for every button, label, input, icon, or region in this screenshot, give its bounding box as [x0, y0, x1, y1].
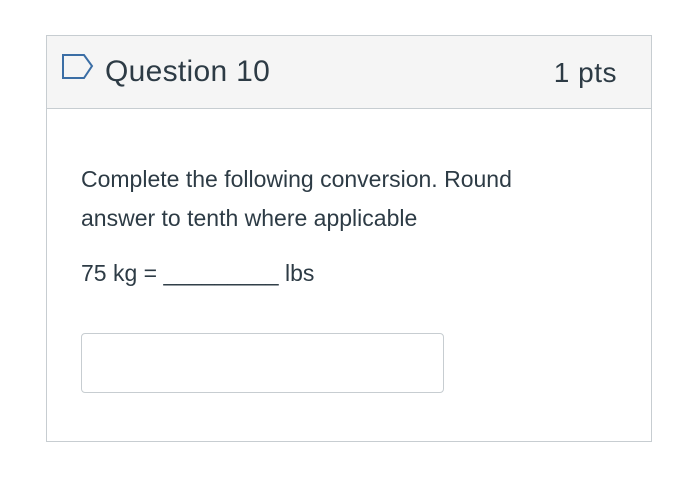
- bookmark-flag-icon[interactable]: [61, 52, 95, 82]
- question-header: Question 10 1 pts: [47, 36, 651, 109]
- question-prompt: Complete the following conversion. Round…: [81, 160, 601, 238]
- answer-input[interactable]: [81, 333, 444, 393]
- question-title: Question 10: [105, 55, 271, 88]
- question-points: 1 pts: [553, 57, 617, 88]
- question-card: Question 10 1 pts Complete the following…: [46, 35, 652, 442]
- question-body: Complete the following conversion. Round…: [81, 160, 601, 288]
- conversion-equation: 75 kg = _________ lbs: [81, 260, 315, 286]
- prompt-line-1: Complete the following conversion. Round: [81, 166, 512, 192]
- prompt-line-2: answer to tenth where applicable: [81, 205, 418, 231]
